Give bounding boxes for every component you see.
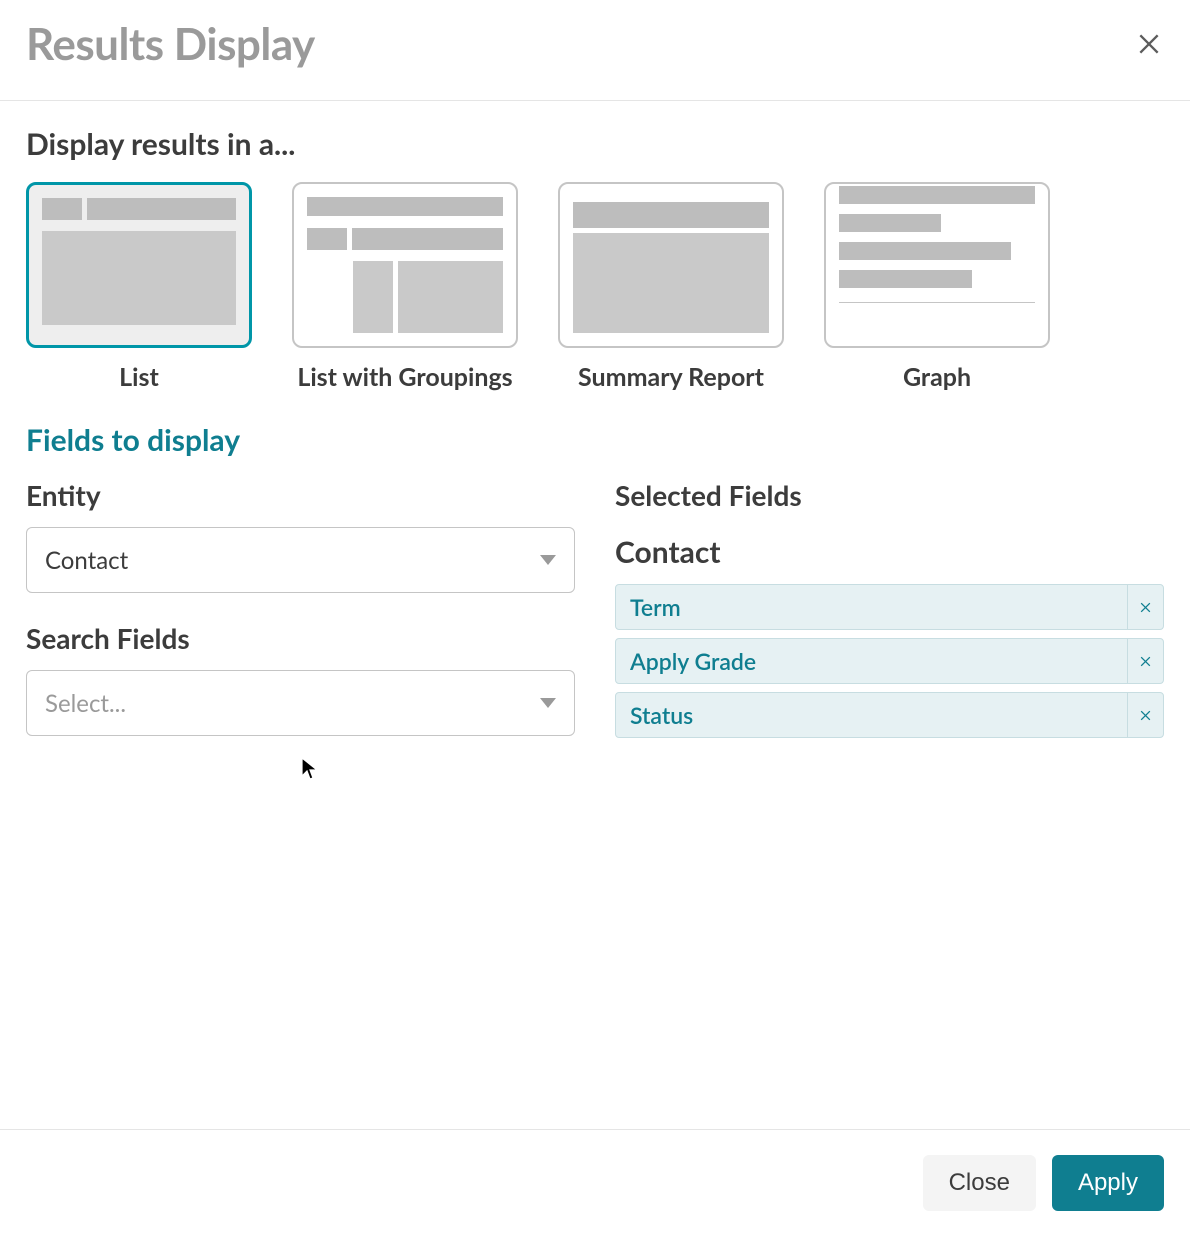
selected-fields-heading: Selected Fields (615, 478, 1164, 512)
close-button-footer[interactable]: Close (923, 1155, 1036, 1211)
selected-fields-list: Term Apply Grade Status (615, 584, 1164, 738)
remove-field-button[interactable] (1127, 639, 1163, 683)
left-column: Entity Contact Search Fields Select... (26, 478, 575, 738)
modal-title: Results Display (26, 18, 315, 70)
search-fields-select[interactable]: Select... (26, 670, 575, 736)
entity-select-value: Contact (45, 546, 128, 575)
display-options: List List with Groupings Summary Report (26, 182, 1164, 392)
modal-body: Display results in a... List List with G… (0, 101, 1190, 1129)
summary-thumbnail-icon (558, 182, 784, 348)
modal-footer: Close Apply (0, 1129, 1190, 1236)
remove-field-button[interactable] (1127, 693, 1163, 737)
display-option-label: Summary Report (578, 362, 764, 392)
display-option-label: List with Groupings (297, 362, 512, 392)
selected-field-label: Term (616, 585, 1127, 629)
close-icon (1136, 31, 1162, 57)
chevron-down-icon (540, 555, 556, 565)
selected-field-chip[interactable]: Term (615, 584, 1164, 630)
entity-select[interactable]: Contact (26, 527, 575, 593)
list-thumbnail-icon (26, 182, 252, 348)
display-option-summary-report[interactable]: Summary Report (558, 182, 784, 392)
close-icon (1139, 709, 1152, 722)
close-button[interactable] (1134, 29, 1164, 59)
list-groupings-thumbnail-icon (292, 182, 518, 348)
selected-field-chip[interactable]: Apply Grade (615, 638, 1164, 684)
display-option-graph[interactable]: Graph (824, 182, 1050, 392)
entity-label: Entity (26, 478, 575, 512)
right-column: Selected Fields Contact Term Apply Grade… (615, 478, 1164, 738)
selected-entity-label: Contact (615, 534, 1164, 570)
search-fields-label: Search Fields (26, 621, 575, 655)
chevron-down-icon (540, 698, 556, 708)
fields-to-display-heading: Fields to display (26, 422, 1164, 458)
search-fields-placeholder: Select... (45, 689, 126, 718)
close-icon (1139, 655, 1152, 668)
display-option-list-groupings[interactable]: List with Groupings (292, 182, 518, 392)
graph-thumbnail-icon (824, 182, 1050, 348)
selected-field-chip[interactable]: Status (615, 692, 1164, 738)
display-results-label: Display results in a... (26, 126, 1164, 162)
modal-header: Results Display (0, 0, 1190, 101)
apply-button[interactable]: Apply (1052, 1155, 1164, 1211)
close-icon (1139, 601, 1152, 614)
remove-field-button[interactable] (1127, 585, 1163, 629)
display-option-list[interactable]: List (26, 182, 252, 392)
selected-field-label: Apply Grade (616, 639, 1127, 683)
display-option-label: Graph (903, 362, 971, 392)
display-option-label: List (119, 362, 159, 392)
selected-field-label: Status (616, 693, 1127, 737)
